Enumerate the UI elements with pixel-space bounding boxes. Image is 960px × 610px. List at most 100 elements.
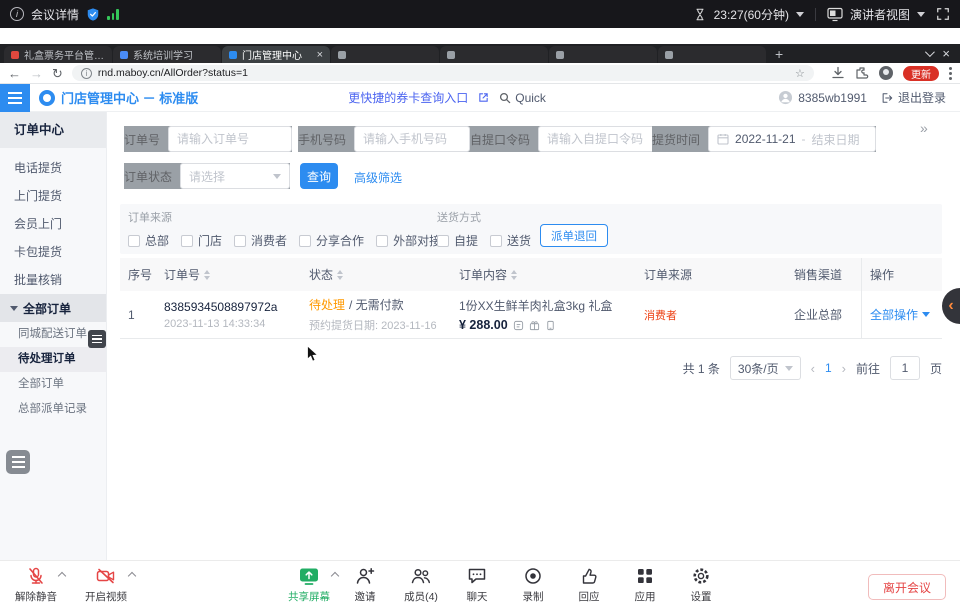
source-checkbox-store[interactable]: 门店 xyxy=(181,232,222,249)
mic-off-icon xyxy=(26,566,46,586)
video-options-caret-icon[interactable] xyxy=(128,572,136,580)
sidebar-item-member-visit[interactable]: 会员上门 xyxy=(0,210,106,238)
browser-profile-avatar[interactable] xyxy=(879,66,893,80)
all-actions-dropdown[interactable]: 全部操作 xyxy=(870,306,930,323)
invite-button[interactable]: 邀请 xyxy=(340,566,390,604)
settings-gear-icon xyxy=(691,566,711,586)
account-menu[interactable]: 8385wb1991 xyxy=(778,90,867,105)
browser-tab-2[interactable]: 系统培训学习 xyxy=(113,46,221,63)
share-options-caret-icon[interactable] xyxy=(331,572,339,580)
source-checkbox-consumer[interactable]: 消费者 xyxy=(234,232,287,249)
coupon-query-entry-link[interactable]: 更快捷的券卡查询入口 xyxy=(348,89,468,106)
window-close-icon[interactable]: × xyxy=(942,46,950,61)
date-start-value[interactable]: 2022-11-21 xyxy=(735,132,796,146)
meeting-info-icon[interactable]: i xyxy=(10,7,24,21)
members-button[interactable]: 成员(4) xyxy=(396,566,446,604)
sidebar-item-door-pickup[interactable]: 上门提货 xyxy=(0,182,106,210)
reload-icon[interactable]: ↻ xyxy=(52,67,63,80)
extensions-puzzle-icon[interactable] xyxy=(855,66,869,80)
browser-tab-6[interactable] xyxy=(549,46,657,63)
security-shield-icon[interactable] xyxy=(86,7,100,22)
search-button[interactable]: 查询 xyxy=(300,163,338,189)
quick-search[interactable]: Quick xyxy=(499,91,546,105)
source-checkbox-external[interactable]: 外部对接 xyxy=(376,232,441,249)
timer-caret-icon[interactable] xyxy=(796,12,804,17)
panel-collapse-icon[interactable]: » xyxy=(920,120,928,136)
floating-list-button[interactable] xyxy=(88,330,106,348)
reaction-button[interactable]: 回应 xyxy=(564,566,614,604)
chrome-update-button[interactable]: 更新 xyxy=(903,66,939,81)
external-link-icon[interactable] xyxy=(478,92,489,103)
sidebar-group-all-orders[interactable]: 全部订单 xyxy=(0,294,106,322)
delivery-checkbox-delivery[interactable]: 送货 xyxy=(490,232,531,249)
browser-tab-5[interactable] xyxy=(440,46,548,63)
sidebar-item-phone-pickup[interactable]: 电话提货 xyxy=(0,154,106,182)
delivery-checkbox-selfpickup[interactable]: 自提 xyxy=(437,232,478,249)
tab-search-chevron-icon[interactable] xyxy=(925,47,935,57)
bookmark-star-icon[interactable]: ☆ xyxy=(795,67,805,80)
header-status[interactable]: 状态 xyxy=(301,258,451,291)
source-checkbox-hq[interactable]: 总部 xyxy=(128,232,169,249)
chat-button[interactable]: 聊天 xyxy=(452,566,502,604)
browser-tab-3-active[interactable]: 门店管理中心 × xyxy=(222,46,330,63)
fullscreen-icon[interactable] xyxy=(936,7,950,21)
date-end-placeholder[interactable]: 结束日期 xyxy=(812,131,860,148)
sort-icon[interactable] xyxy=(511,270,517,280)
source-checkbox-share-coop[interactable]: 分享合作 xyxy=(299,232,364,249)
order-note-icon[interactable] xyxy=(513,320,524,331)
sidebar-sub-pending-orders[interactable]: 待处理订单 xyxy=(0,347,106,372)
goto-page-input[interactable] xyxy=(890,356,920,380)
sort-icon[interactable] xyxy=(204,270,210,280)
pickup-code-input[interactable] xyxy=(538,126,660,152)
advanced-filter-link[interactable]: 高级筛选 xyxy=(354,169,402,186)
annotation-tool-button[interactable] xyxy=(6,450,30,474)
new-tab-button[interactable]: + xyxy=(767,46,791,63)
header-content[interactable]: 订单内容 xyxy=(451,258,636,291)
page-number-1[interactable]: 1 xyxy=(825,361,832,375)
sort-icon[interactable] xyxy=(337,270,343,280)
order-status-select[interactable]: 请选择 xyxy=(180,163,290,189)
table-header-row: 序号 订单号 状态 订单内容 订单来源 销售渠道 操作 xyxy=(120,258,942,291)
leave-meeting-button[interactable]: 离开会议 xyxy=(868,574,946,600)
phone-input[interactable] xyxy=(354,126,470,152)
order-no-input[interactable] xyxy=(168,126,292,152)
next-page-button[interactable]: › xyxy=(842,361,846,376)
view-mode-caret-icon[interactable] xyxy=(917,12,925,17)
date-range-picker[interactable]: 2022-11-21 - 结束日期 xyxy=(708,126,876,152)
logout-button[interactable]: 退出登录 xyxy=(881,89,946,106)
tab-favicon xyxy=(338,51,346,59)
dispatch-return-button[interactable]: 派单退回 xyxy=(540,224,608,247)
header-order-no[interactable]: 订单号 xyxy=(156,258,301,291)
pickup-date: 预约提货日期: 2023-11-16 xyxy=(309,317,437,333)
sidebar-sub-hq-dispatch[interactable]: 总部派单记录 xyxy=(0,397,106,422)
order-no-value[interactable]: 8385934508897972a xyxy=(164,300,277,314)
order-device-icon[interactable] xyxy=(545,320,556,331)
download-icon[interactable] xyxy=(831,66,845,80)
browser-tab-1[interactable]: 礼盒票务平台管理中心 xyxy=(4,46,112,63)
sidebar-item-card-pickup[interactable]: 卡包提货 xyxy=(0,238,106,266)
start-video-button[interactable]: 开启视频 xyxy=(81,566,131,604)
share-screen-button[interactable]: 共享屏幕 xyxy=(284,566,334,604)
sidebar-sub-all-orders[interactable]: 全部订单 xyxy=(0,372,106,397)
back-icon[interactable]: ← xyxy=(8,67,21,80)
apps-button[interactable]: 应用 xyxy=(620,566,670,604)
browser-menu-icon[interactable] xyxy=(949,67,952,80)
site-info-icon[interactable]: i xyxy=(81,68,92,79)
sidebar-item-batch-verify[interactable]: 批量核销 xyxy=(0,266,106,294)
prev-page-button[interactable]: ‹ xyxy=(811,361,815,376)
unmute-button[interactable]: 解除静音 xyxy=(11,566,61,604)
browser-tab-7[interactable] xyxy=(658,46,766,63)
tab-close-icon[interactable]: × xyxy=(317,49,323,61)
order-gift-icon[interactable] xyxy=(529,320,540,331)
sidebar-toggle-button[interactable] xyxy=(0,84,30,112)
pagination: 共 1 条 30条/页 ‹ 1 › 前往 页 xyxy=(120,356,942,380)
page-size-select[interactable]: 30条/页 xyxy=(730,356,801,380)
mic-options-caret-icon[interactable] xyxy=(58,572,66,580)
url-text[interactable]: rnd.maboy.cn/AllOrder?status=1 xyxy=(98,67,248,79)
view-mode-label[interactable]: 演讲者视图 xyxy=(850,6,910,23)
browser-tab-4[interactable] xyxy=(331,46,439,63)
meeting-title[interactable]: 会议详情 xyxy=(31,6,79,23)
address-bar[interactable]: i rnd.maboy.cn/AllOrder?status=1 ☆ xyxy=(72,65,814,81)
settings-button[interactable]: 设置 xyxy=(676,566,726,604)
record-button[interactable]: 录制 xyxy=(508,566,558,604)
